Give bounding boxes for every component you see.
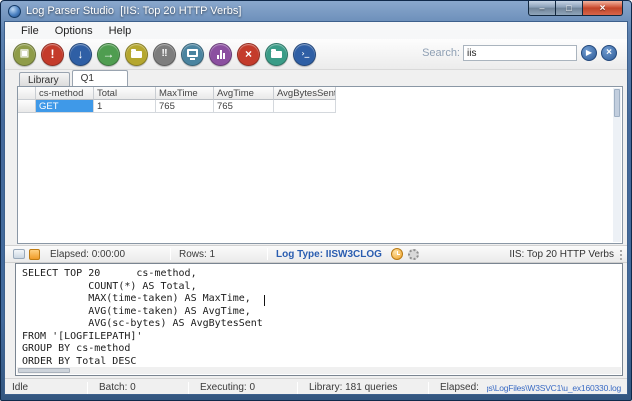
pause-icon: ‼ xyxy=(161,48,168,59)
menu-options[interactable]: Options xyxy=(47,24,101,38)
close-button[interactable]: × xyxy=(583,1,623,16)
query-title: IIS: Top 20 HTTP Verbs xyxy=(509,248,614,260)
clock-icon[interactable] xyxy=(390,248,403,260)
window-title: Log Parser Studio [IIS: Top 20 HTTP Verb… xyxy=(26,5,241,17)
search-go-button[interactable]: ▶ xyxy=(581,45,597,61)
search-clear-button[interactable]: × xyxy=(601,45,617,61)
log-file-path-link[interactable]: C:\inetpub\logs\LogFiles\W3SVC1\u_ex1603… xyxy=(487,383,621,393)
results-icon xyxy=(13,249,25,259)
grid-header-row: cs-method Total MaxTime AvgTime AvgBytes… xyxy=(18,87,622,100)
app-icon xyxy=(8,4,21,18)
arrow-down-icon: ↓ xyxy=(77,47,84,61)
row-count: Rows: 1 xyxy=(179,248,216,260)
maximize-icon: □ xyxy=(566,2,572,13)
separator xyxy=(87,381,88,394)
table-row: GET 1 765 765 xyxy=(18,100,622,113)
powershell-button[interactable]: ›_ xyxy=(293,42,316,66)
app-window: Log Parser Studio [IIS: Top 20 HTTP Verb… xyxy=(0,0,632,401)
scrollbar-thumb[interactable] xyxy=(18,368,70,373)
client-area: File Options Help ▣ ! ↓ → ‼ × ›_ Search:… xyxy=(4,21,628,395)
monitor-icon xyxy=(187,48,198,60)
column-header-cs-method[interactable]: cs-method xyxy=(36,87,94,100)
results-grid: cs-method Total MaxTime AvgTime AvgBytes… xyxy=(17,86,623,244)
tab-q1[interactable]: Q1 xyxy=(71,70,128,86)
close-icon: × xyxy=(599,2,606,14)
status-bar: Idle Batch: 0 Executing: 0 Library: 181 … xyxy=(5,378,627,394)
sql-horizontal-scrollbar[interactable] xyxy=(17,367,621,374)
resize-grip[interactable] xyxy=(618,249,623,260)
cell-avgbytessent[interactable] xyxy=(274,100,336,113)
text-caret xyxy=(264,295,265,306)
folder-icon xyxy=(131,48,142,58)
sql-editor[interactable]: SELECT TOP 20 cs-method, COUNT(*) AS Tot… xyxy=(16,264,622,367)
status-state: Idle xyxy=(12,382,29,393)
download-queries-button[interactable]: ↓ xyxy=(69,42,92,66)
separator xyxy=(170,248,171,260)
x-icon: × xyxy=(244,47,252,61)
search-input[interactable] xyxy=(463,45,577,61)
menu-bar: File Options Help xyxy=(5,22,627,39)
status-library-count: Library: 181 queries xyxy=(309,382,398,393)
separator xyxy=(297,381,298,394)
cell-maxtime[interactable]: 765 xyxy=(156,100,214,113)
sql-editor-panel: SELECT TOP 20 cs-method, COUNT(*) AS Tot… xyxy=(15,263,623,376)
separator xyxy=(267,248,268,260)
folder-icon xyxy=(271,48,282,58)
grid-vertical-scrollbar[interactable] xyxy=(613,88,621,242)
status-elapsed-label: Elapsed: xyxy=(440,382,479,393)
document-title: [IIS: Top 20 HTTP Verbs] xyxy=(120,5,242,17)
elapsed-time: Elapsed: 0:00:00 xyxy=(50,248,126,260)
search-box: Search: ▶ × xyxy=(422,45,617,61)
arrow-right-icon: → xyxy=(102,47,115,61)
column-header-avgtime[interactable]: AvgTime xyxy=(214,87,274,100)
stop-query-button[interactable]: ! xyxy=(41,42,64,66)
cell-cs-method[interactable]: GET xyxy=(36,100,94,113)
clear-icon: × xyxy=(606,47,612,58)
cell-avgtime[interactable]: 765 xyxy=(214,100,274,113)
minimize-button[interactable]: – xyxy=(528,1,556,16)
separator xyxy=(188,381,189,394)
column-header-avgbytessent[interactable]: AvgBytesSent xyxy=(274,87,336,100)
minimize-icon: – xyxy=(539,2,545,13)
document-icon: ▣ xyxy=(19,48,30,59)
new-query-button[interactable]: ▣ xyxy=(13,42,36,66)
log-type-label[interactable]: Log Type: IISW3CLOG xyxy=(272,249,386,260)
close-query-button[interactable]: × xyxy=(237,42,260,66)
grid-corner-stub xyxy=(18,87,36,100)
gear-icon[interactable] xyxy=(407,248,419,260)
maximize-button[interactable]: □ xyxy=(556,1,583,16)
tab-strip: Library Q1 xyxy=(19,70,130,86)
menu-file[interactable]: File xyxy=(13,24,47,38)
export-button[interactable] xyxy=(265,42,288,66)
run-query-button[interactable]: → xyxy=(97,42,120,66)
preview-log-button[interactable] xyxy=(181,42,204,66)
column-header-total[interactable]: Total xyxy=(94,87,156,100)
cell-total[interactable]: 1 xyxy=(94,100,156,113)
separator xyxy=(428,381,429,394)
tab-library[interactable]: Library xyxy=(19,72,70,86)
app-title: Log Parser Studio xyxy=(26,5,115,17)
go-icon: ▶ xyxy=(585,48,593,57)
powershell-icon: ›_ xyxy=(300,49,310,58)
open-log-file-button[interactable] xyxy=(125,42,148,66)
column-header-maxtime[interactable]: MaxTime xyxy=(156,87,214,100)
title-bar[interactable]: Log Parser Studio [IIS: Top 20 HTTP Verb… xyxy=(1,1,631,21)
bar-chart-icon xyxy=(216,49,225,59)
row-header-stub[interactable] xyxy=(18,100,36,113)
status-batch: Batch: 0 xyxy=(99,382,136,393)
pause-button[interactable]: ‼ xyxy=(153,42,176,66)
exclamation-icon: ! xyxy=(50,47,55,61)
scrollbar-thumb[interactable] xyxy=(614,89,620,117)
elapsed-icon xyxy=(29,248,40,260)
status-executing: Executing: 0 xyxy=(200,382,256,393)
menu-help[interactable]: Help xyxy=(101,24,140,38)
query-status-bar: Elapsed: 0:00:00 Rows: 1 Log Type: IISW3… xyxy=(5,245,627,263)
search-label: Search: xyxy=(422,47,460,59)
chart-button[interactable] xyxy=(209,42,232,66)
